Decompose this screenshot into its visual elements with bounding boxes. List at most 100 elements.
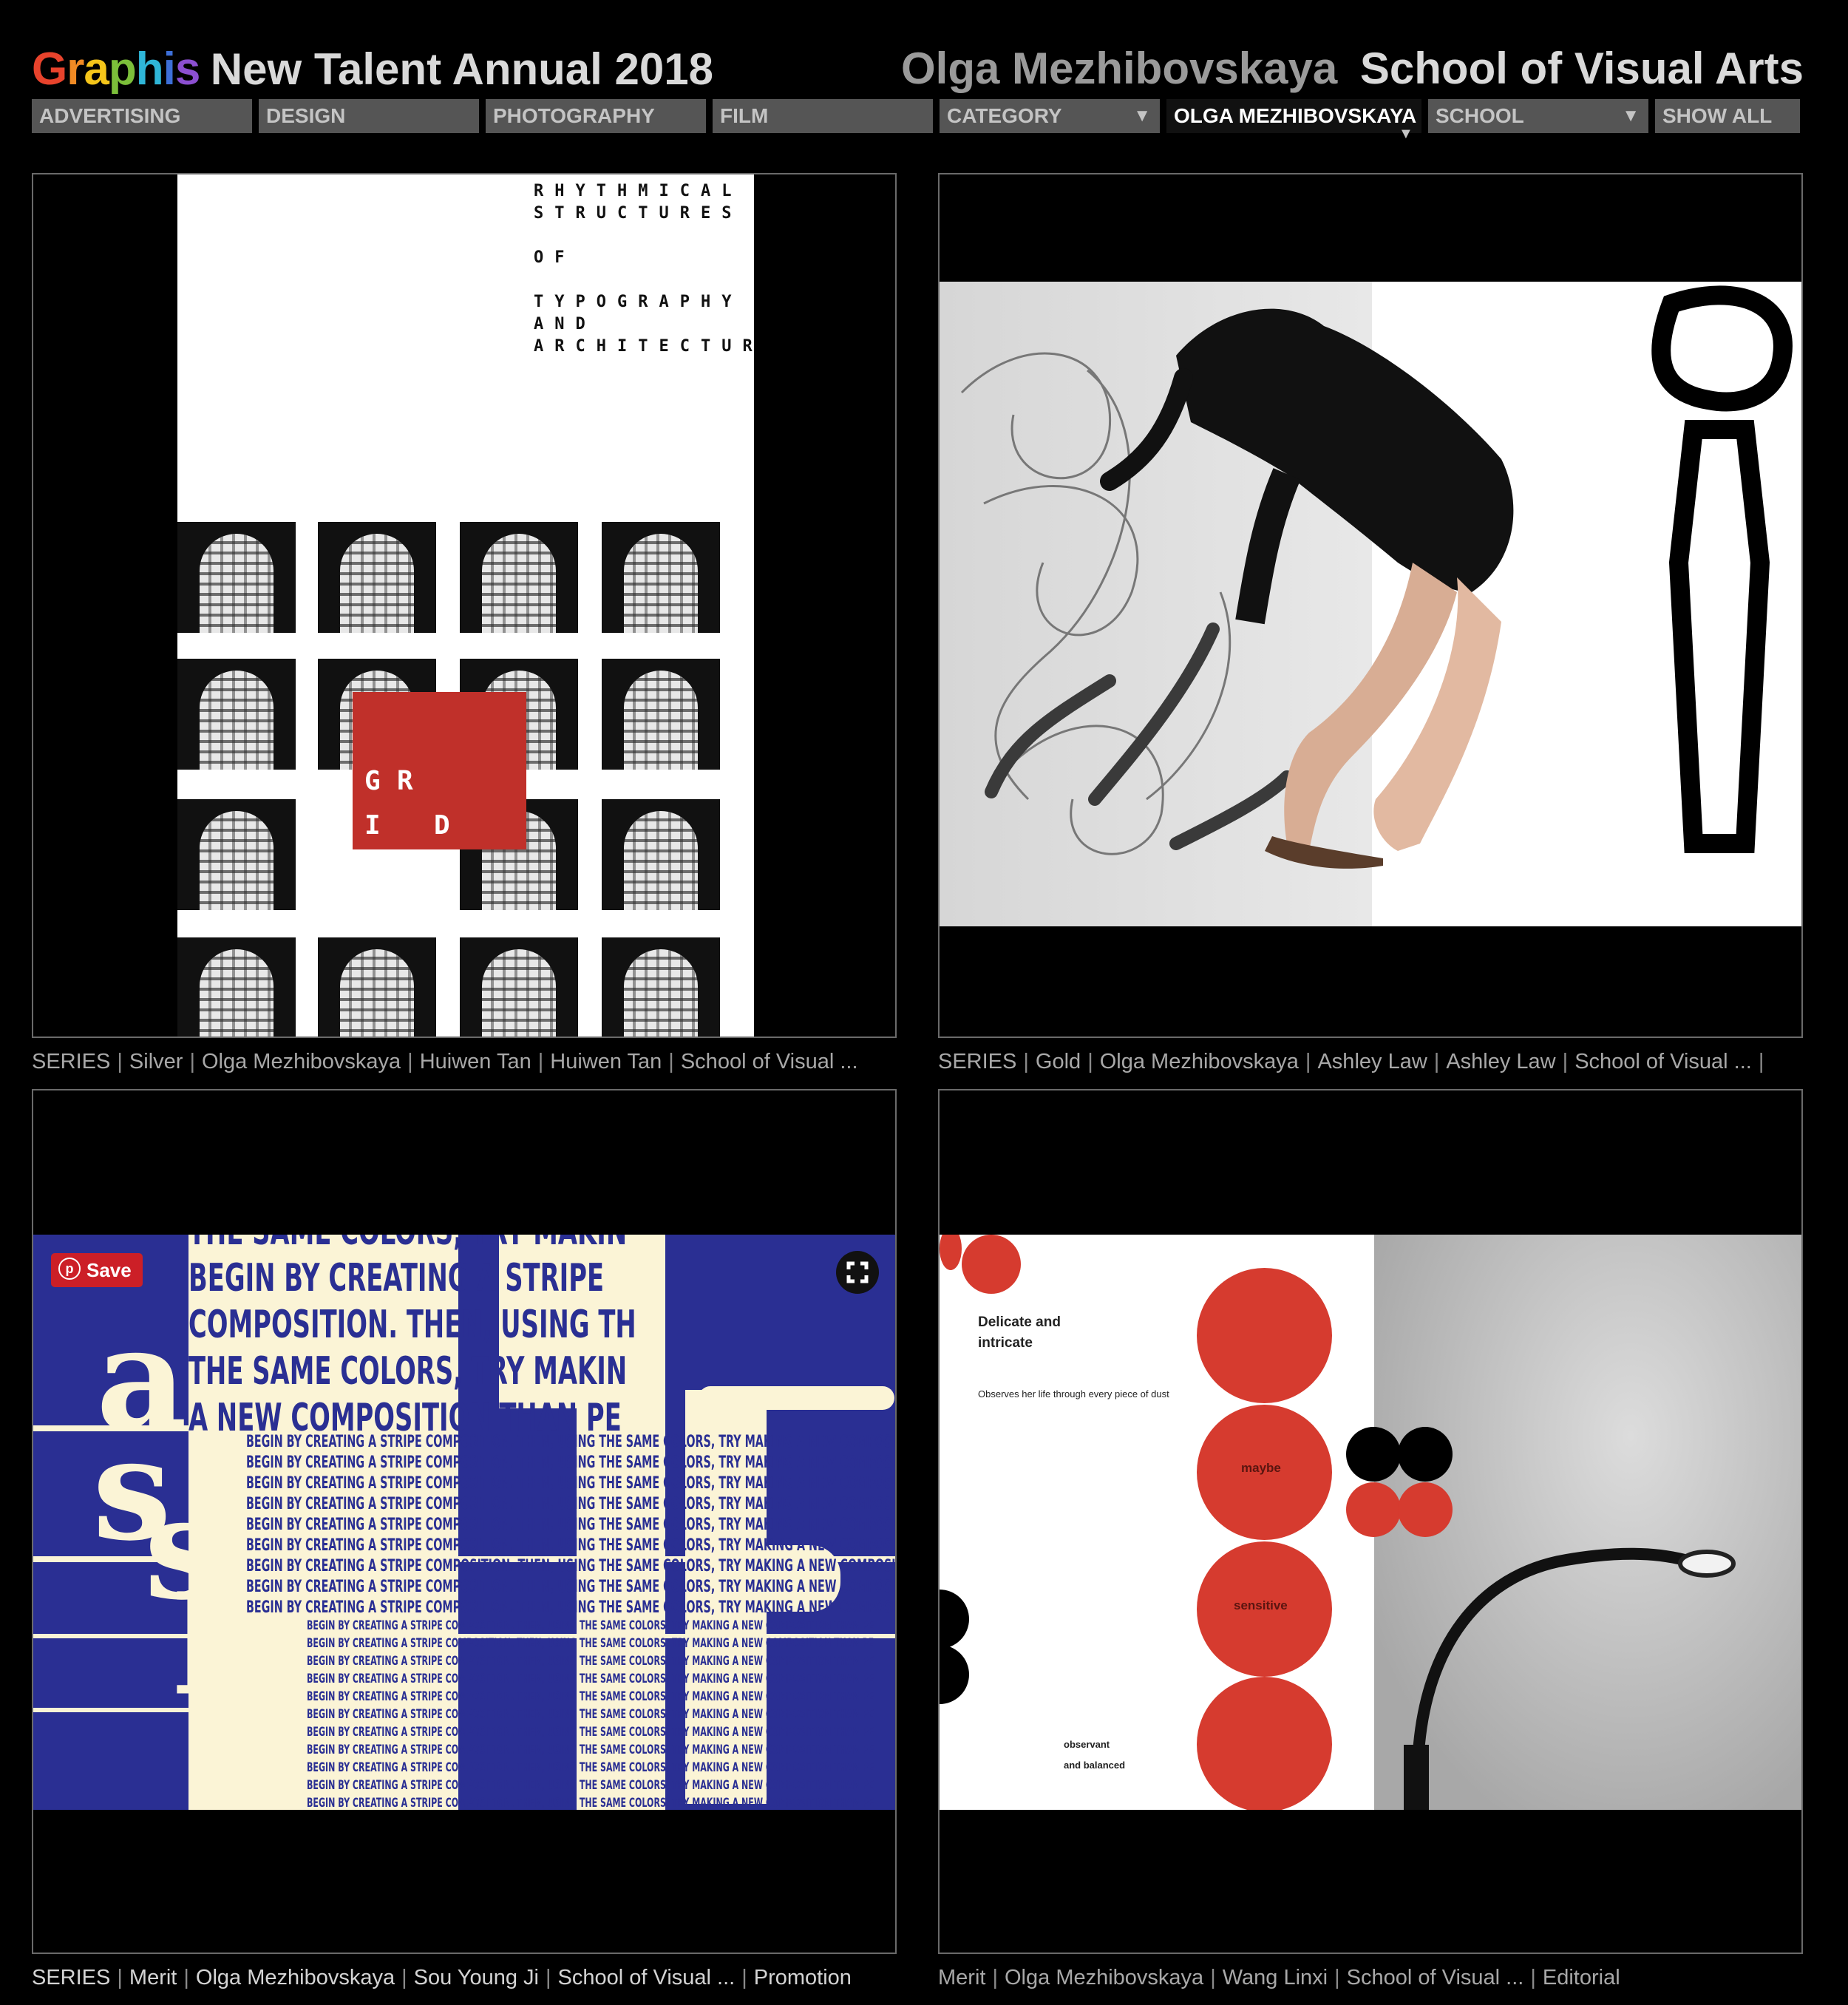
caption-separator: |	[407, 1050, 413, 1073]
caption-link[interactable]: Merit	[129, 1966, 177, 1989]
active-indicator-icon: ▼	[1399, 126, 1413, 142]
poster-title-line	[534, 269, 754, 291]
pinterest-icon: p	[58, 1258, 81, 1280]
poster-small-copy: BEGIN BY CREATING A STRIPE COMPOSITION. …	[246, 1474, 895, 1493]
nav-label: PHOTOGRAPHY	[493, 104, 655, 127]
chevron-down-icon: ▼	[1622, 106, 1640, 126]
decor-circle	[1197, 1677, 1332, 1810]
caption-separator: |	[117, 1050, 123, 1073]
poster-copy-line: THE SAME COLORS, TRY MAKIN	[188, 1235, 627, 1254]
building-tower	[340, 534, 414, 633]
nav-olga-mezhibovskaya[interactable]: OLGA MEZHIBOVSKAYA	[1166, 99, 1421, 133]
poster-copy-line: BEGIN BY CREATING A STRIPE	[188, 1256, 605, 1300]
caption-link[interactable]: Ashley Law	[1446, 1050, 1555, 1073]
logo-letter: a	[84, 44, 109, 95]
decor-circle	[1398, 1482, 1453, 1537]
stripe-poster-image: a s s p THE SAME COLORS, TRY MAKINBEGIN …	[33, 1235, 895, 1810]
poster-small-copy: BEGIN BY CREATING A STRIPE COMPOSITION. …	[246, 1578, 895, 1596]
caption-link[interactable]: Huiwen Tan	[550, 1050, 662, 1073]
poster-small-copy: BEGIN BY CREATING A STRIPE COMPOSITION. …	[307, 1618, 874, 1633]
caption-link[interactable]: School of Visual ...	[1347, 1966, 1524, 1989]
building-photo	[460, 937, 578, 1037]
caption-link[interactable]: Huiwen Tan	[420, 1050, 531, 1073]
caption-link[interactable]: SERIES	[938, 1050, 1016, 1073]
poster-copy-line: THE SAME COLORS, TRY MAKIN	[188, 1349, 628, 1394]
poster-small-copy: BEGIN BY CREATING A STRIPE COMPOSITION. …	[307, 1654, 874, 1669]
caption-separator: |	[189, 1050, 195, 1073]
caption-link[interactable]: SERIES	[32, 1050, 110, 1073]
logo-letter: p	[108, 44, 137, 95]
header-right: Olga Mezhibovskaya School of Visual Arts	[901, 43, 1804, 94]
dancer-illustration	[960, 285, 1793, 869]
caption-link[interactable]: Editorial	[1543, 1966, 1620, 1989]
spread-heading: intricate	[978, 1335, 1033, 1351]
caption-separator: |	[1023, 1050, 1029, 1073]
caption-link[interactable]: Olga Mezhibovskaya	[1005, 1966, 1203, 1989]
caption-link[interactable]: Olga Mezhibovskaya	[202, 1050, 401, 1073]
expand-icon[interactable]	[836, 1251, 879, 1294]
dancer-photo-image	[940, 282, 1801, 926]
caption-link[interactable]: Promotion	[754, 1966, 852, 1989]
caption-separator: |	[1305, 1050, 1311, 1073]
nav-show-all[interactable]: SHOW ALL	[1655, 99, 1800, 133]
nav-category-dropdown[interactable]: CATEGORY ▼	[940, 99, 1160, 133]
entry-thumbnail-grid-poster[interactable]: RHYTHMICAL STRUCTURES OF TYPOGRAPHY AND ARC…	[32, 173, 897, 1038]
poster-small-copy: BEGIN BY CREATING A STRIPE COMPOSITION. …	[246, 1433, 895, 1451]
entry-thumbnail-stripe-poster[interactable]: a s s p THE SAME COLORS, TRY MAKINBEGIN …	[32, 1089, 897, 1954]
building-tower	[200, 949, 274, 1037]
nav-design[interactable]: DESIGN	[259, 99, 479, 133]
building-photo	[602, 522, 720, 633]
caption-link[interactable]: Olga Mezhibovskaya	[196, 1966, 395, 1989]
building-photo	[602, 659, 720, 770]
logo-letter: i	[163, 44, 176, 95]
caption-link[interactable]: School of Visual ...	[681, 1050, 858, 1073]
artist-name: Olga Mezhibovskaya	[900, 44, 1338, 93]
caption-link[interactable]: Ashley Law	[1317, 1050, 1427, 1073]
chevron-down-icon: ▼	[1133, 106, 1151, 126]
caption-separator: |	[401, 1966, 407, 1989]
poster-small-copy: BEGIN BY CREATING A STRIPE COMPOSITION. …	[246, 1453, 895, 1472]
poster-title-line	[534, 225, 754, 247]
decor-circle	[1346, 1427, 1401, 1482]
spread-footer: and balanced	[1064, 1760, 1126, 1771]
building-photo	[177, 799, 296, 910]
caption-link[interactable]: Sou Young Ji	[414, 1966, 539, 1989]
caption-separator: |	[668, 1050, 674, 1073]
poster-small-copy: BEGIN BY CREATING A STRIPE COMPOSITION. …	[307, 1636, 874, 1651]
nav-label: FILM	[720, 104, 769, 127]
poster-small-copy: BEGIN BY CREATING A STRIPE COMPOSITION. …	[307, 1672, 874, 1686]
building-tower	[340, 949, 414, 1037]
caption-separator: |	[1087, 1050, 1093, 1073]
entry-thumbnail-dancer-photo[interactable]	[938, 173, 1803, 1038]
caption-link[interactable]: Silver	[129, 1050, 183, 1073]
building-tower	[200, 671, 274, 770]
entry-thumbnail-circles-spread[interactable]: Delicate and intricate Observes her life…	[938, 1089, 1803, 1954]
building-photo	[177, 522, 296, 633]
logo-letter: s	[174, 44, 200, 95]
building-photo	[177, 937, 296, 1037]
nav-school-dropdown[interactable]: SCHOOL ▼	[1428, 99, 1648, 133]
caption-link[interactable]: Gold	[1036, 1050, 1081, 1073]
caption-link[interactable]: Merit	[938, 1966, 985, 1989]
caption-link[interactable]: School of Visual ...	[558, 1966, 736, 1989]
nav-film[interactable]: FILM	[713, 99, 933, 133]
nav-label: OLGA MEZHIBOVSKAYA	[1174, 104, 1417, 127]
grid-poster-image: RHYTHMICAL STRUCTURES OF TYPOGRAPHY AND ARC…	[177, 174, 754, 1037]
pinterest-save-button[interactable]: p Save	[51, 1253, 143, 1287]
nav-advertising[interactable]: ADVERTISING	[32, 99, 252, 133]
grid-letter: G	[364, 766, 381, 796]
caption-link[interactable]: SERIES	[32, 1966, 110, 1989]
decor-circle	[1346, 1482, 1401, 1537]
caption-link[interactable]: School of Visual ...	[1574, 1050, 1752, 1073]
logo-letter: G	[32, 44, 67, 95]
caption-separator: |	[183, 1966, 189, 1989]
graphis-logo[interactable]: Graphis	[32, 44, 200, 95]
poster-small-copy: BEGIN BY CREATING A STRIPE COMPOSITION. …	[307, 1743, 874, 1757]
school-name: School of Visual Arts	[1359, 44, 1804, 93]
entry-caption: SERIES | Gold | Olga Mezhibovskaya | Ashley La…	[938, 1050, 1770, 1074]
nav-photography[interactable]: PHOTOGRAPHY	[486, 99, 706, 133]
spread-heading: Delicate and	[978, 1314, 1061, 1330]
caption-link[interactable]: Olga Mezhibovskaya	[1100, 1050, 1299, 1073]
caption-separator: |	[117, 1966, 123, 1989]
caption-link[interactable]: Wang Linxi	[1223, 1966, 1328, 1989]
